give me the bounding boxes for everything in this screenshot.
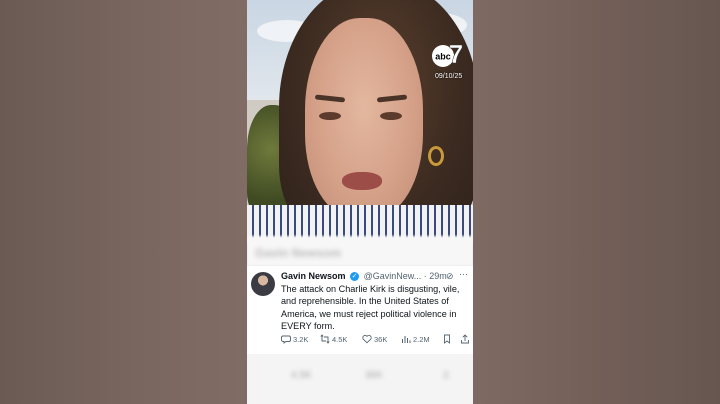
views-chart-icon — [402, 336, 411, 343]
tweet-actions: 3.2K 4.5K 36K 2.2M — [281, 334, 471, 348]
earring — [428, 146, 444, 166]
separator: · — [423, 271, 427, 281]
repost-button[interactable]: 4.5K — [320, 334, 347, 344]
eye — [380, 112, 402, 120]
tweet-author-line: Gavin Newsom ✓ @GavinNew... · 29m — [281, 271, 447, 282]
heart-icon — [362, 334, 372, 344]
repost-count: 4.5K — [332, 334, 348, 344]
share-button[interactable] — [460, 334, 470, 344]
more-icon[interactable]: ··· — [459, 269, 468, 279]
blurred-background-left — [0, 0, 247, 404]
broadcast-date: 09/10/25 — [435, 73, 463, 80]
mouth — [342, 172, 382, 190]
grok-icon[interactable]: ⊘ — [446, 271, 454, 282]
avatar[interactable] — [251, 272, 275, 296]
views-button[interactable]: 2.2M — [401, 334, 430, 344]
abc7-logo-icon: abc 7 — [432, 39, 463, 69]
blurred-views-count: 2. — [443, 370, 452, 381]
like-button[interactable]: 36K — [362, 334, 387, 344]
blurred-tweet-footer: 4.5K 36K 2. — [247, 354, 473, 404]
share-icon — [461, 334, 469, 344]
reply-count: 3.2K — [293, 334, 309, 344]
bookmark-button[interactable] — [442, 334, 452, 344]
blurred-like-count: 36K — [365, 370, 383, 381]
video-frame[interactable]: abc 7 09/10/25 Gavin Newsom Gavin Newsom… — [247, 0, 473, 404]
tweet-text: The attack on Charlie Kirk is disgusting… — [281, 284, 460, 331]
blurred-repost-count: 4.5K — [291, 370, 312, 381]
tweet-time[interactable]: 29m — [429, 271, 447, 281]
verified-badge-icon: ✓ — [350, 272, 360, 282]
bookmark-icon — [444, 334, 450, 344]
reply-button[interactable]: 3.2K — [281, 334, 308, 344]
svg-text:7: 7 — [449, 39, 463, 69]
blurred-background-right — [473, 0, 720, 404]
reply-icon — [281, 335, 291, 344]
author-handle[interactable]: @GavinNew... — [364, 271, 422, 281]
author-name[interactable]: Gavin Newsom — [281, 271, 346, 281]
repost-icon — [320, 334, 330, 344]
like-count: 36K — [374, 334, 388, 344]
tweet-card[interactable]: Gavin Newsom ✓ @GavinNew... · 29m ⊘ ··· … — [247, 266, 473, 354]
blurred-tweet-header: Gavin Newsom — [247, 236, 473, 266]
views-count: 2.2M — [413, 334, 430, 344]
eye — [319, 112, 341, 120]
blurred-author: Gavin Newsom — [255, 246, 342, 260]
